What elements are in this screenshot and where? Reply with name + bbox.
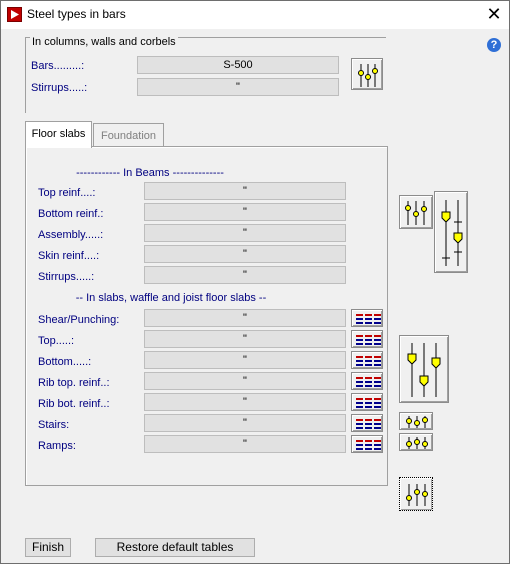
sliders-icon bbox=[406, 437, 428, 449]
top-reinf-field[interactable]: " bbox=[144, 182, 346, 200]
columns-group-title: In columns, walls and corbels bbox=[30, 36, 178, 48]
ramps-table-button[interactable] bbox=[351, 435, 383, 453]
bars-field[interactable]: S-500 bbox=[137, 56, 339, 74]
beam-stirrups-label: Stirrups.....: bbox=[38, 271, 95, 283]
slabs-section-title: -- In slabs, waffle and joist floor slab… bbox=[75, 292, 267, 304]
bottom-reinf-label: Bottom reinf.: bbox=[38, 208, 104, 220]
shear-punching-label: Shear/Punching: bbox=[38, 314, 120, 326]
ramps-field[interactable]: " bbox=[144, 435, 346, 453]
table-grid-icon bbox=[356, 356, 381, 366]
beams-section-title: ------------ In Beams -------------- bbox=[76, 167, 224, 179]
general-sliders-button[interactable] bbox=[399, 477, 433, 511]
shear-punching-table-button[interactable] bbox=[351, 309, 383, 327]
bars-label: Bars.........: bbox=[31, 60, 85, 72]
sliders-icon bbox=[406, 416, 428, 428]
sliders-icon bbox=[358, 64, 378, 87]
skin-reinf-field[interactable]: " bbox=[144, 245, 346, 263]
bottom-reinf-field[interactable]: " bbox=[144, 203, 346, 221]
stirrups-field[interactable]: " bbox=[137, 78, 339, 96]
sliders-icon bbox=[407, 343, 441, 397]
shear-punching-field[interactable]: " bbox=[144, 309, 346, 327]
table-grid-icon bbox=[356, 335, 381, 345]
slabs-sliders-large-button[interactable] bbox=[399, 335, 449, 403]
rib-bot-reinf-field[interactable]: " bbox=[144, 393, 346, 411]
stairs-table-button[interactable] bbox=[351, 414, 383, 432]
slab-bottom-field[interactable]: " bbox=[144, 351, 346, 369]
sliders-icon bbox=[406, 484, 428, 506]
table-grid-icon bbox=[356, 440, 381, 450]
slab-top-label: Top.....: bbox=[38, 335, 75, 347]
rib-bot-reinf-table-button[interactable] bbox=[351, 393, 383, 411]
skin-reinf-label: Skin reinf....: bbox=[38, 250, 100, 262]
beams-sliders-large-button[interactable] bbox=[434, 191, 468, 273]
rib-top-reinf-table-button[interactable] bbox=[351, 372, 383, 390]
table-grid-icon bbox=[356, 377, 381, 387]
help-icon[interactable]: ? bbox=[487, 38, 501, 52]
stairs-field[interactable]: " bbox=[144, 414, 346, 432]
slab-top-table-button[interactable] bbox=[351, 330, 383, 348]
rib-bot-reinf-label: Rib bot. reinf..: bbox=[38, 398, 110, 410]
slab-top-field[interactable]: " bbox=[144, 330, 346, 348]
slab-bottom-table-button[interactable] bbox=[351, 351, 383, 369]
restore-default-tables-button[interactable]: Restore default tables bbox=[95, 538, 255, 557]
ramps-label: Ramps: bbox=[38, 440, 76, 452]
ramps-sliders-button[interactable] bbox=[399, 433, 433, 451]
assembly-label: Assembly.....: bbox=[38, 229, 104, 241]
top-reinf-label: Top reinf....: bbox=[38, 187, 96, 199]
sliders-icon bbox=[405, 201, 427, 225]
table-grid-icon bbox=[356, 419, 381, 429]
columns-sliders-button[interactable] bbox=[351, 58, 383, 90]
tab-floor-slabs[interactable]: Floor slabs bbox=[25, 121, 92, 148]
table-grid-icon bbox=[356, 398, 381, 408]
close-button[interactable]: ✕ bbox=[479, 1, 509, 29]
app-play-icon bbox=[7, 7, 22, 22]
columns-groupbox bbox=[25, 37, 386, 113]
beam-stirrups-field[interactable]: " bbox=[144, 266, 346, 284]
dialog-window: Steel types in bars ✕ ? In columns, wall… bbox=[0, 0, 510, 564]
assembly-field[interactable]: " bbox=[144, 224, 346, 242]
stairs-sliders-button[interactable] bbox=[399, 412, 433, 430]
window-title: Steel types in bars bbox=[27, 7, 126, 21]
beams-sliders-small-button[interactable] bbox=[399, 195, 433, 229]
title-bar: Steel types in bars ✕ bbox=[1, 1, 509, 29]
rib-top-reinf-label: Rib top. reinf..: bbox=[38, 377, 110, 389]
tab-foundation[interactable]: Foundation bbox=[93, 123, 164, 147]
table-grid-icon bbox=[356, 314, 381, 324]
rib-top-reinf-field[interactable]: " bbox=[144, 372, 346, 390]
stairs-label: Stairs: bbox=[38, 419, 70, 431]
slab-bottom-label: Bottom.....: bbox=[38, 356, 92, 368]
stirrups-label: Stirrups.....: bbox=[31, 82, 88, 94]
finish-button[interactable]: Finish bbox=[25, 538, 71, 557]
sliders-icon bbox=[441, 200, 463, 266]
